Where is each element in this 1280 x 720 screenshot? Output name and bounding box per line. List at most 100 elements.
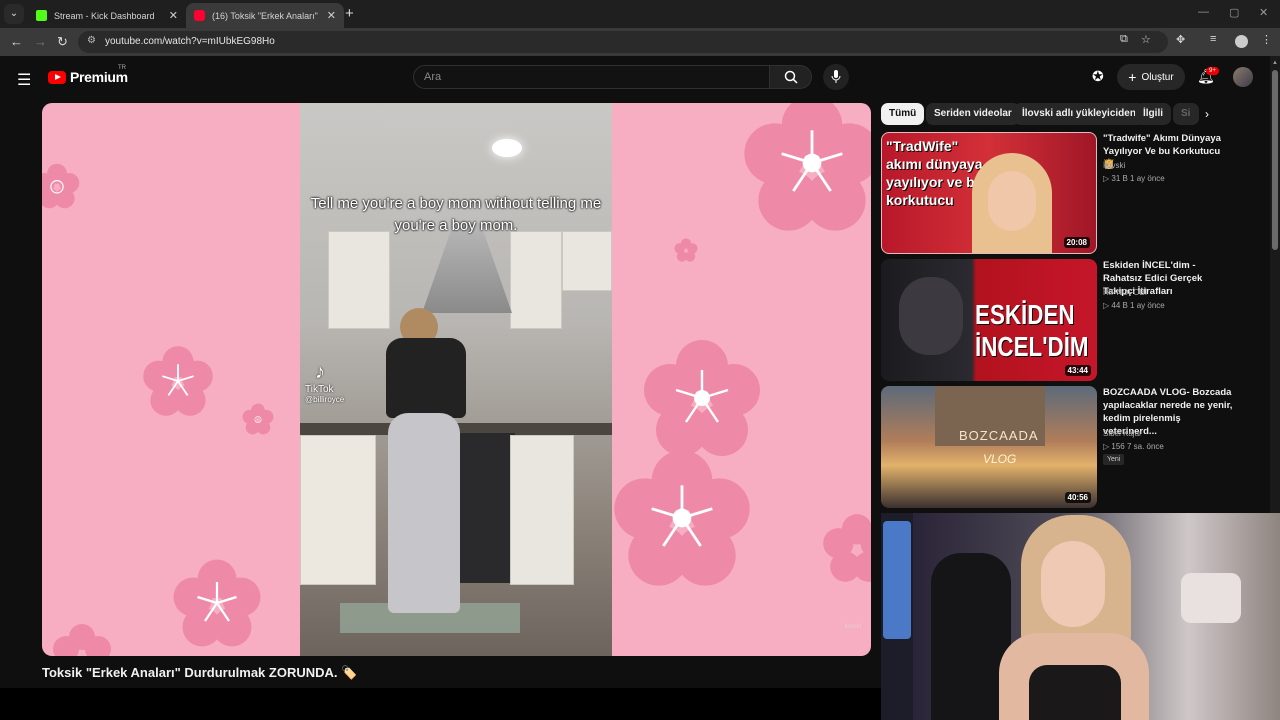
video-thumbnail[interactable]: BOZCAADA VLOG 40:56 bbox=[881, 386, 1097, 508]
url-text: youtube.com/watch?v=mIUbkEG98Ho bbox=[105, 36, 275, 47]
new-badge: Yeni bbox=[1103, 454, 1125, 465]
bookmark-star-icon[interactable]: ☆ bbox=[1141, 33, 1151, 46]
streamer-face bbox=[1041, 541, 1105, 627]
youtube-play-logo-icon bbox=[48, 70, 66, 84]
tab-close-icon[interactable]: ✕ bbox=[327, 9, 336, 22]
thumbnail-subtext: VLOG bbox=[983, 452, 1017, 466]
search-button[interactable] bbox=[770, 65, 812, 89]
thumbnail-text: ESKİDEN İNCEL'DİM bbox=[975, 299, 1089, 362]
flower-decoration-icon bbox=[744, 103, 871, 231]
reload-icon[interactable]: ↻ bbox=[57, 34, 68, 50]
browser-tab-youtube[interactable]: (16) Toksik "Erkek Anaları" Durd ✕ bbox=[186, 3, 344, 28]
tab-search-icon[interactable]: ⌄ bbox=[4, 4, 24, 24]
notification-count-badge: 9+ bbox=[1206, 67, 1219, 75]
search-input[interactable]: Ara bbox=[413, 65, 770, 89]
cast-icon[interactable]: ⧉ bbox=[1120, 33, 1128, 46]
back-arrow-icon[interactable]: ← bbox=[10, 34, 23, 49]
flower-decoration-icon bbox=[42, 163, 80, 209]
flower-decoration-icon bbox=[674, 238, 698, 262]
duration-badge: 40:56 bbox=[1064, 492, 1091, 503]
webcam-monitor bbox=[883, 521, 911, 639]
tiktok-brand: TikTok bbox=[305, 384, 334, 395]
person-pants bbox=[388, 413, 460, 613]
tab-title: Stream - Kick Dashboard bbox=[54, 10, 155, 21]
microphone-icon bbox=[831, 70, 841, 83]
video-thumbnail[interactable]: "TradWife" akımı dünyaya yayılıyor ve bu… bbox=[881, 132, 1097, 254]
webcam-left-strip bbox=[881, 513, 913, 720]
upper-cabinet bbox=[510, 231, 562, 329]
thumbnail-text: BOZCAADA bbox=[959, 428, 1039, 443]
webcam-overlay bbox=[881, 513, 1280, 720]
below-video-area bbox=[0, 688, 913, 720]
minimize-icon[interactable]: — bbox=[1198, 6, 1209, 18]
guide-menu-icon[interactable]: ☰ bbox=[17, 70, 31, 90]
flower-decoration-icon bbox=[242, 403, 274, 435]
account-avatar[interactable] bbox=[1233, 67, 1253, 87]
chevron-right-icon[interactable]: › bbox=[1205, 107, 1209, 121]
video-player[interactable]: Tell me you're a boy mom without telling… bbox=[42, 103, 871, 656]
recommendation-item[interactable]: ESKİDEN İNCEL'DİM 43:44 Eskiden İNCEL'di… bbox=[881, 259, 1266, 381]
flower-decoration-icon bbox=[644, 340, 760, 456]
voice-search-button[interactable] bbox=[823, 64, 849, 90]
tab-close-icon[interactable]: ✕ bbox=[169, 9, 178, 22]
site-info-icon[interactable]: ⚙ bbox=[87, 35, 96, 46]
scrollbar-thumb[interactable] bbox=[1272, 70, 1278, 250]
create-button[interactable]: + Oluştur bbox=[1117, 64, 1185, 90]
flower-decoration-icon bbox=[823, 514, 871, 582]
flower-decoration-icon bbox=[143, 346, 213, 416]
duration-badge: 20:08 bbox=[1063, 237, 1090, 248]
person-in-kitchen bbox=[378, 308, 468, 628]
chip-related[interactable]: İlgili bbox=[1135, 103, 1171, 125]
maximize-icon[interactable]: ▢ bbox=[1229, 6, 1239, 19]
flower-decoration-icon bbox=[53, 624, 111, 656]
video-thumbnail[interactable]: ESKİDEN İNCEL'DİM 43:44 bbox=[881, 259, 1097, 381]
logo-text: Premium bbox=[70, 69, 128, 85]
browser-tab-kick[interactable]: Stream - Kick Dashboard ✕ bbox=[28, 3, 186, 28]
tiktok-logo-icon: ♪ bbox=[315, 361, 325, 383]
webcam-pillow bbox=[1181, 573, 1241, 623]
browser-toolbar: ← → ↻ ⚙ youtube.com/watch?v=mIUbkEG98Ho … bbox=[0, 28, 1280, 56]
flower-decoration-icon bbox=[614, 450, 750, 586]
youtube-masthead: ☰ Premium TR Ara ✪ + Oluştur 🔔︎ 9+ bbox=[0, 56, 1270, 98]
chip-more[interactable]: Si bbox=[1173, 103, 1199, 125]
tab-title: (16) Toksik "Erkek Anaları" Durd bbox=[212, 10, 320, 21]
scroll-up-arrow-icon[interactable]: ▲ bbox=[1272, 60, 1278, 66]
profile-icon[interactable] bbox=[1235, 35, 1248, 48]
window-close-icon[interactable]: ✕ bbox=[1259, 6, 1268, 19]
lower-cabinet bbox=[510, 435, 574, 585]
browser-menu-icon[interactable]: ⋮ bbox=[1261, 33, 1272, 46]
recommendation-meta: ▷ 44 B 1 ay önce bbox=[1103, 301, 1165, 310]
address-bar[interactable]: ⚙ youtube.com/watch?v=mIUbkEG98Ho bbox=[78, 31, 1168, 53]
recommendation-item[interactable]: BOZCAADA VLOG 40:56 BOZCAADA VLOG- Bozca… bbox=[881, 386, 1266, 508]
flower-decoration-icon bbox=[173, 559, 261, 647]
kick-favicon-icon bbox=[36, 10, 47, 21]
upper-cabinet bbox=[562, 231, 612, 291]
extensions-puzzle-icon[interactable]: ✥ bbox=[1176, 33, 1185, 46]
chip-series[interactable]: Seriden videolar bbox=[926, 103, 1020, 125]
channel-watermark[interactable]: ilovski bbox=[845, 624, 861, 630]
media-control-icon[interactable]: ≡ bbox=[1210, 33, 1216, 45]
recommendation-channel[interactable]: Sibel Kajar bbox=[1103, 429, 1142, 438]
video-caption: Tell me you're a boy mom without telling… bbox=[310, 195, 602, 234]
new-tab-plus-icon[interactable]: + bbox=[345, 5, 354, 22]
forward-arrow-icon[interactable]: → bbox=[34, 34, 47, 49]
ceiling-light bbox=[492, 139, 522, 157]
duration-badge: 43:44 bbox=[1064, 365, 1091, 376]
create-label: Oluştur bbox=[1141, 71, 1174, 83]
recommendation-channel[interactable]: HİPNOFOBİ bbox=[1103, 288, 1147, 297]
chip-from-uploader[interactable]: İlovski adlı yükleyiciden bbox=[1014, 103, 1144, 125]
recommendation-channel[interactable]: İlovski bbox=[1103, 161, 1125, 170]
search-icon bbox=[784, 70, 798, 84]
country-code: TR bbox=[118, 65, 126, 71]
plus-icon: + bbox=[1128, 69, 1137, 85]
recommendation-item[interactable]: "TradWife" akımı dünyaya yayılıyor ve bu… bbox=[881, 132, 1266, 254]
chip-all[interactable]: Tümü bbox=[881, 103, 925, 125]
wine-rack bbox=[300, 435, 376, 585]
recommendation-meta: ▷ 31 B 1 ay önce bbox=[1103, 174, 1165, 183]
recommendation-meta: ▷ 156 7 sa. önce bbox=[1103, 442, 1164, 451]
cast-broadcast-icon[interactable]: ✪ bbox=[1092, 68, 1104, 85]
tiktok-username: @billiroyce bbox=[305, 395, 345, 404]
youtube-favicon-icon bbox=[194, 10, 205, 21]
youtube-premium-logo[interactable]: Premium TR bbox=[48, 65, 128, 85]
thumbnail-face bbox=[899, 277, 963, 355]
